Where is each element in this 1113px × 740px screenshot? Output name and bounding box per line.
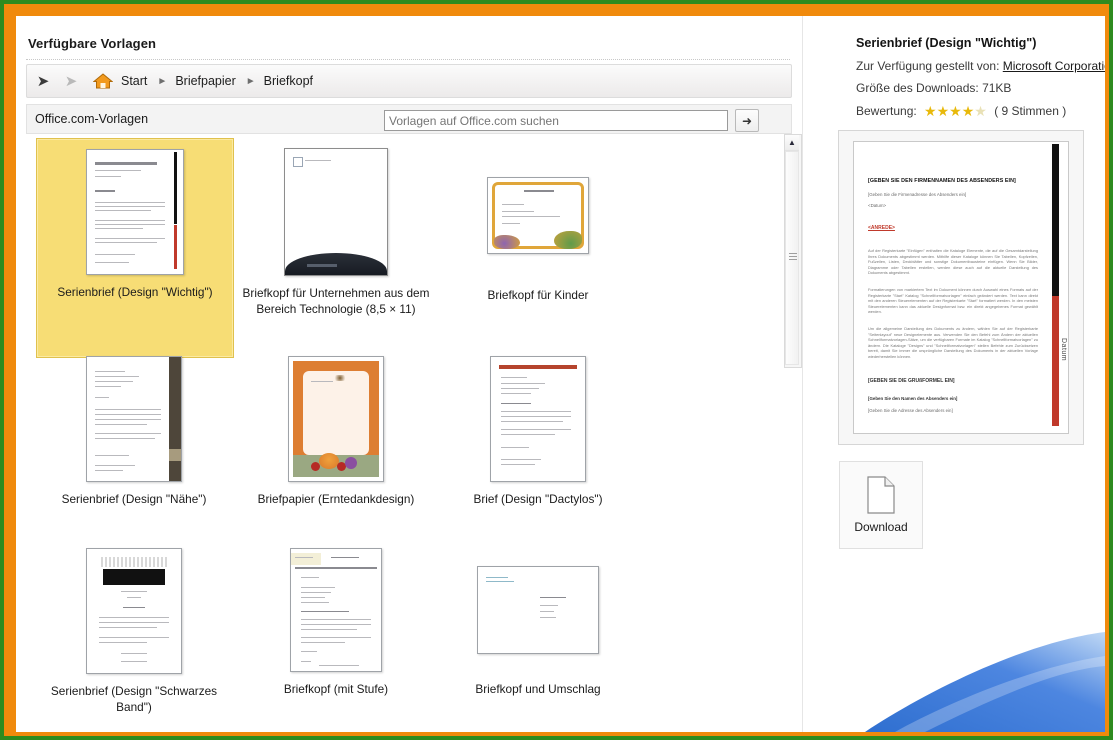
provider-label: Zur Verfügung gestellt von: (856, 59, 1000, 73)
breadcrumb-separator-icon: ► (157, 75, 168, 87)
thumbnail-preview-schwarzes-band (86, 548, 182, 674)
thumbnail-preview-naehe (86, 356, 182, 482)
template-caption: Briefkopf für Kinder (487, 288, 589, 302)
thumbnail-preview-kinder (487, 177, 589, 254)
templates-pane: Verfügbare Vorlagen ➤ ➤ Start ► Briefpap… (16, 16, 802, 732)
template-caption: Serienbrief (Design "Wichtig") (57, 285, 213, 299)
template-tile[interactable]: Serienbrief (Design "Nähe") (36, 346, 232, 548)
size-value: 71KB (982, 81, 1012, 95)
template-tile[interactable]: Serienbrief (Design "Wichtig") (36, 138, 234, 358)
template-preview: Datum [GEBEN SIE DEN FIRMENNAMEN DES ABS… (838, 130, 1084, 445)
thumbnail-preview-wichtig (86, 149, 184, 275)
template-caption: Briefkopf und Umschlag (475, 682, 601, 696)
template-tile[interactable]: Brief (Design "Dactylos") (440, 346, 636, 548)
scroll-up-icon[interactable]: ▲ (785, 135, 799, 151)
breadcrumb-item-briefkopf[interactable]: Briefkopf (264, 74, 313, 88)
template-caption: Briefkopf (mit Stufe) (283, 682, 389, 696)
rating-stars[interactable]: ★★★★★ (924, 103, 987, 120)
template-thumbnail (86, 548, 182, 674)
template-caption: Briefkopf für Unternehmen aus dem Bereic… (242, 286, 430, 316)
preview-paragraph-3: Um die allgemeine Darstellung des Dokume… (868, 326, 1038, 359)
breadcrumb-item-start[interactable]: Start (121, 74, 147, 88)
preview-red-bar (1052, 296, 1059, 426)
document-icon (866, 476, 896, 514)
template-thumbnail (490, 356, 586, 482)
preview-black-bar (1052, 144, 1059, 296)
template-thumbnail (288, 356, 384, 482)
forward-arrow-icon[interactable]: ➤ (59, 69, 83, 93)
preview-sender-name: [Geben Sie den Namen des Absenders ein] (868, 396, 958, 401)
template-thumbnail (86, 356, 182, 482)
details-rating: Bewertung: ★★★★★ ( 9 Stimmen ) (856, 103, 1066, 120)
home-icon[interactable] (93, 72, 113, 90)
back-arrow-icon[interactable]: ➤ (31, 69, 55, 93)
template-tile[interactable]: Briefkopf (mit Stufe) (238, 538, 434, 732)
template-thumbnail (487, 148, 589, 278)
download-label: Download (854, 520, 908, 534)
search-input[interactable] (384, 110, 728, 131)
preview-paragraph-1: Auf der Registerkarte "Einfügen" enthalt… (868, 248, 1038, 276)
window-orange-border: Verfügbare Vorlagen ➤ ➤ Start ► Briefpap… (4, 4, 1109, 736)
star-icon[interactable]: ★ (974, 103, 987, 119)
details-size: Größe des Downloads: 71KB (856, 81, 1011, 95)
preview-document: Datum [GEBEN SIE DEN FIRMENNAMEN DES ABS… (853, 141, 1069, 434)
preview-paragraph-2: Formatierungen von markiertem Text im Do… (868, 287, 1038, 315)
breadcrumb: ➤ ➤ Start ► Briefpapier ► Briefkopf (26, 64, 792, 98)
preview-date-sidebar: Datum (1060, 338, 1067, 362)
template-tile[interactable]: Briefkopf für Unternehmen aus dem Bereic… (238, 138, 434, 356)
thumbnail-preview-erntedank (288, 356, 384, 482)
details-title: Serienbrief (Design "Wichtig") (856, 36, 1037, 50)
grid-scrollbar[interactable]: ▲ (784, 134, 802, 368)
scrollbar-thumb[interactable] (785, 151, 799, 365)
search-area: ➜ (384, 109, 759, 132)
provider-link[interactable]: Microsoft Corporation (1003, 59, 1105, 73)
template-thumbnail (290, 548, 382, 672)
star-icon[interactable]: ★ (949, 103, 962, 119)
thumbnail-preview-mit-stufe (290, 548, 382, 672)
preview-heading: [GEBEN SIE DEN FIRMENNAMEN DES ABSENDERS… (868, 178, 1016, 184)
template-caption: Serienbrief (Design "Schwarzes Band") (50, 684, 218, 714)
preview-date: <Datum> (868, 203, 887, 208)
star-icon[interactable]: ★ (937, 103, 950, 119)
template-caption: Brief (Design "Dactylos") (473, 492, 603, 506)
rating-label: Bewertung: (856, 104, 917, 118)
preview-subheading: [Geben Sie die Firmenadresse des Absende… (868, 192, 967, 197)
window-outer-border: Verfügbare Vorlagen ➤ ➤ Start ► Briefpap… (0, 0, 1113, 740)
template-thumbnail (284, 148, 388, 276)
star-icon[interactable]: ★ (924, 103, 937, 119)
breadcrumb-item-briefpapier[interactable]: Briefpapier (175, 74, 235, 88)
page-title: Verfügbare Vorlagen (28, 36, 157, 51)
thumbnail-preview-dactylos (490, 356, 586, 482)
office-com-bar: Office.com-Vorlagen ➜ (26, 104, 792, 134)
size-label: Größe des Downloads: (856, 81, 979, 95)
template-caption: Serienbrief (Design "Nähe") (61, 492, 207, 506)
details-provider: Zur Verfügung gestellt von: Microsoft Co… (856, 59, 1105, 73)
title-divider (26, 59, 790, 61)
template-tile[interactable]: Briefkopf und Umschlag (440, 538, 636, 732)
template-thumbnail (477, 548, 599, 672)
template-tile[interactable]: Briefpapier (Erntedankdesign) (238, 346, 434, 548)
thumbnail-preview-umschlag (477, 566, 599, 654)
template-thumbnail (86, 149, 184, 275)
preview-closing: [GEBEN SIE DIE GRUßFORMEL EIN] (868, 378, 955, 384)
template-tile[interactable]: Briefkopf für Kinder (440, 138, 636, 356)
template-grid[interactable]: Serienbrief (Design "Wichtig") Briefkopf… (26, 134, 774, 732)
search-button[interactable]: ➜ (735, 109, 759, 132)
breadcrumb-separator-icon: ► (245, 75, 256, 87)
grip-icon (789, 253, 797, 263)
application-window: Verfügbare Vorlagen ➤ ➤ Start ► Briefpap… (16, 16, 1105, 732)
thumbnail-preview-technologie (284, 148, 388, 276)
preview-sender-address: [Geben Sie die Adresse des Absenders ein… (868, 408, 953, 413)
template-caption: Briefpapier (Erntedankdesign) (257, 492, 415, 506)
rating-votes: ( 9 Stimmen ) (994, 104, 1067, 118)
star-icon[interactable]: ★ (962, 103, 975, 119)
preview-salutation: <ANREDE> (868, 225, 895, 231)
template-tile[interactable]: Serienbrief (Design "Schwarzes Band") (36, 538, 232, 732)
download-button[interactable]: Download (839, 461, 923, 549)
office-com-label: Office.com-Vorlagen (35, 112, 149, 126)
